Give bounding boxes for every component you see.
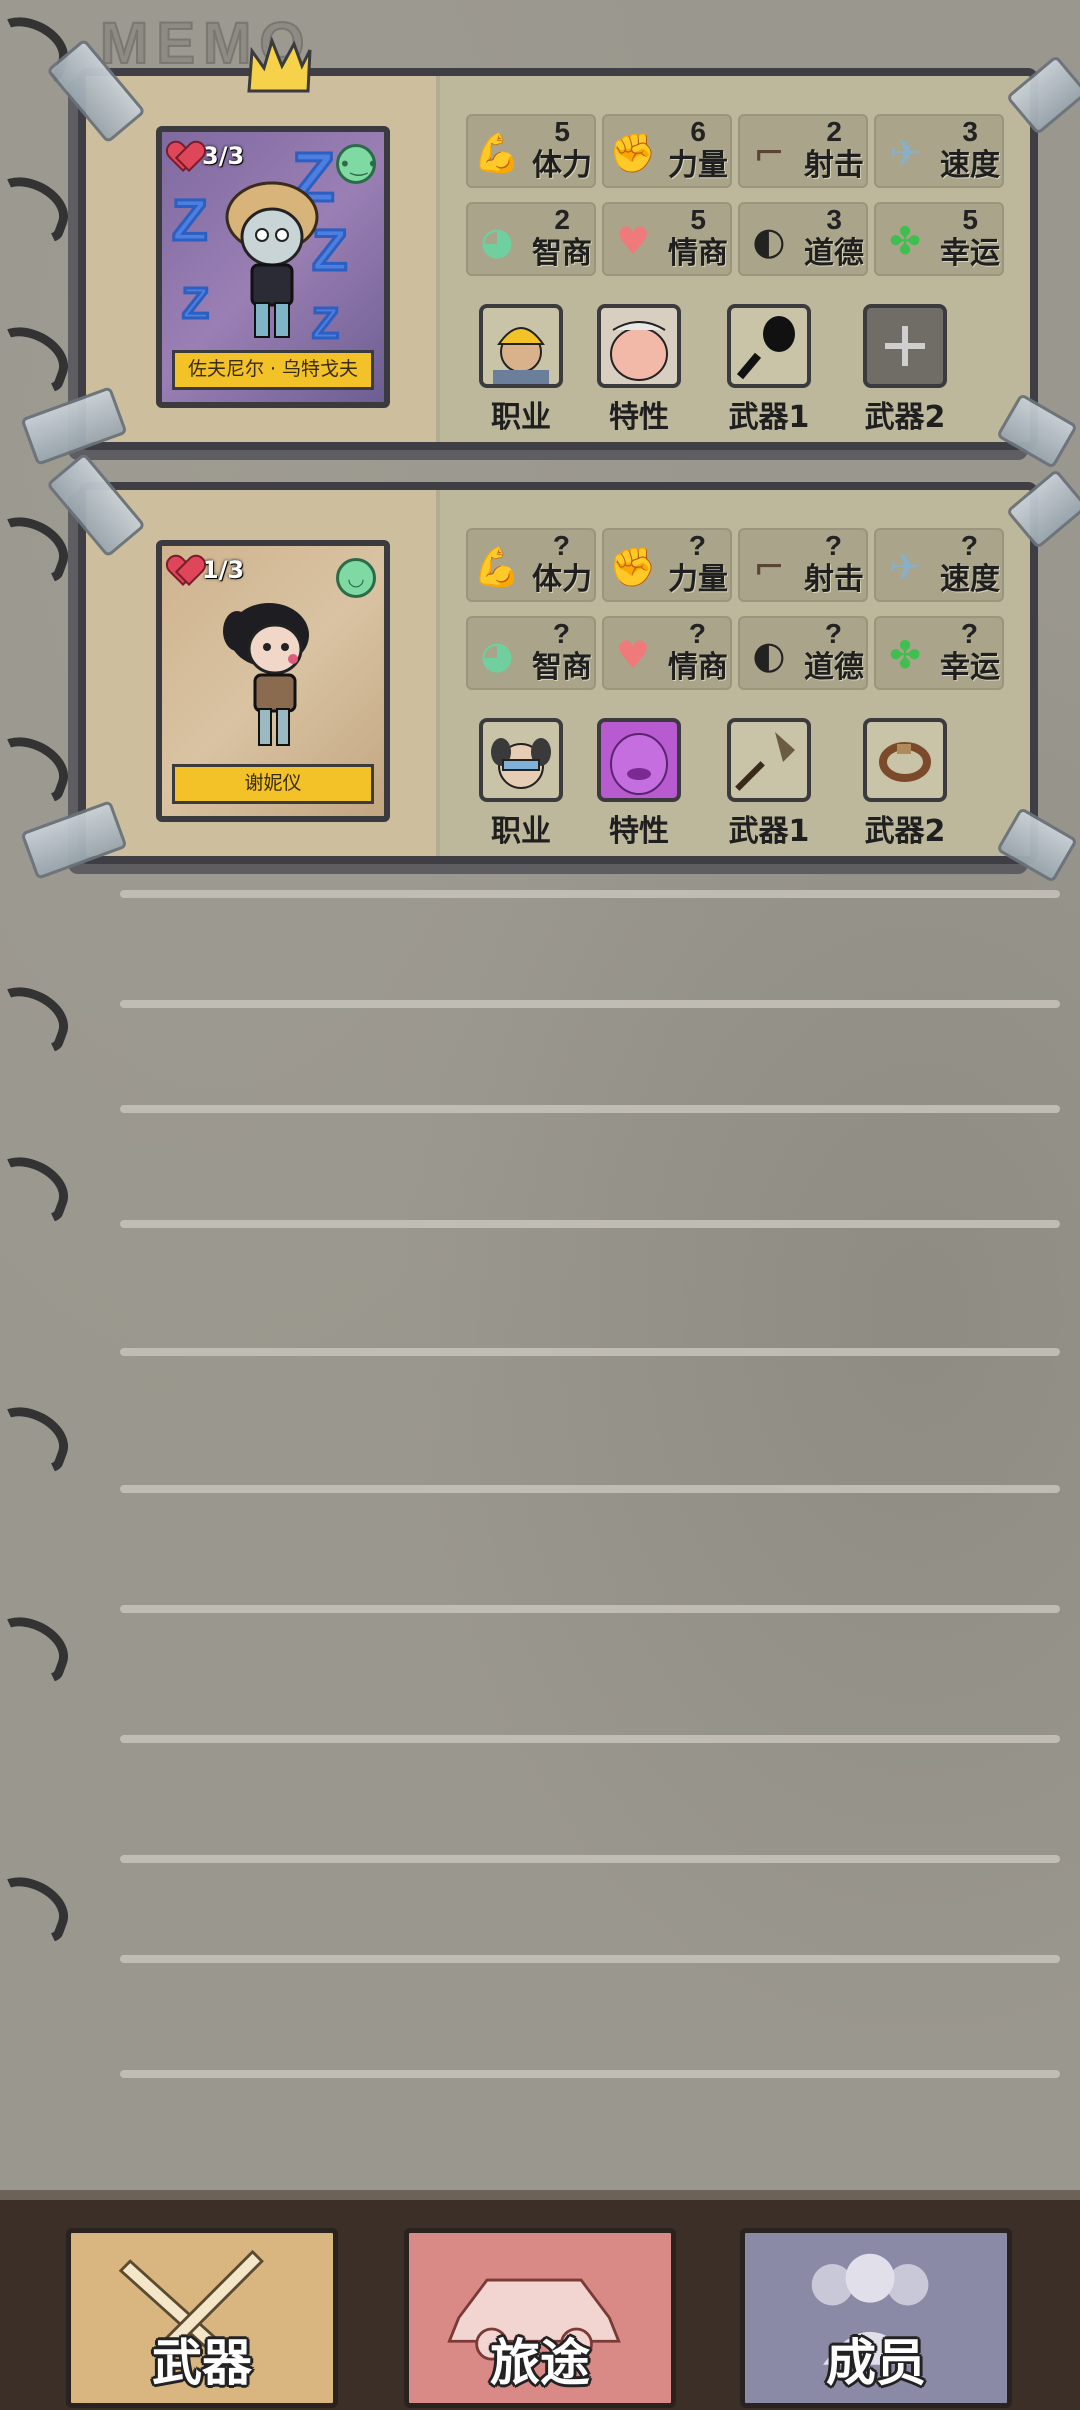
mask-icon: ◐ — [752, 219, 786, 263]
tape-decoration — [20, 386, 128, 466]
stat-iq: ◕ 2 智商 — [466, 202, 596, 276]
stat-stamina: 💪 5 体力 — [466, 114, 596, 188]
slot-weapon-1[interactable]: 武器1 — [714, 304, 824, 436]
heart-bubble-icon: ♥ — [615, 219, 651, 263]
ruled-line — [120, 1220, 1060, 1228]
stat-iq: ◕ ? 智商 — [466, 616, 596, 690]
character-name: 佐夫尼尔 · 乌特戈夫 — [172, 350, 374, 390]
arm-icon: ✊ — [609, 545, 657, 589]
stat-strength: ✊ 6 力量 — [602, 114, 732, 188]
slot-weapon-1[interactable]: 武器1 — [714, 718, 824, 850]
stat-eq: ♥ ? 情商 — [602, 616, 732, 690]
heart-bubble-icon: ♥ — [615, 633, 651, 677]
tab-weapons[interactable]: 武器 — [66, 2228, 338, 2408]
heart-icon — [170, 556, 200, 584]
member-card[interactable]: Z Z Z Z Z 3/3 •‿• 佐夫尼尔 · 乌特戈夫 💪 5 体力 ✊ 6… — [20, 36, 1080, 470]
stat-grid: 💪 ? 体力 ✊ ? 力量 ⌐ ? 射击 ✈ ? 速度 ◕ ? 智商 ♥ ? 情… — [466, 528, 1006, 690]
health-counter: 1/3 — [170, 556, 244, 584]
character-portrait[interactable]: Z Z Z Z Z 3/3 •‿• 佐夫尼尔 · 乌特戈夫 — [156, 126, 390, 408]
tab-journey[interactable]: 旅途 — [404, 2228, 676, 2408]
brain-icon: ◕ — [480, 633, 514, 677]
slot-weapon-2[interactable]: 武器2 — [850, 718, 960, 850]
spiral-ring — [0, 1868, 78, 1948]
purple-blob-icon — [597, 718, 681, 802]
spiral-ring — [0, 728, 78, 808]
stat-strength: ✊ ? 力量 — [602, 528, 732, 602]
bottom-tab-bar: 武器 旅途 成员 — [0, 2190, 1080, 2410]
neutral-face-icon: •‿• — [336, 144, 379, 184]
character-figure — [223, 603, 309, 746]
stat-shooting: ⌐ 2 射击 — [738, 114, 868, 188]
muscle-icon: 💪 — [473, 131, 521, 175]
worker-helmet-icon — [479, 304, 563, 388]
spiral-ring — [0, 1398, 78, 1478]
ruled-line — [120, 1348, 1060, 1356]
winged-boot-icon: ✈ — [889, 545, 921, 589]
plus-icon — [863, 304, 947, 388]
mask-icon: ◐ — [752, 633, 786, 677]
ruled-line — [120, 1855, 1060, 1863]
tape-decoration — [995, 806, 1079, 884]
feather-duster-icon — [727, 718, 811, 802]
spiral-ring — [0, 1148, 78, 1228]
stat-morality: ◐ 3 道德 — [738, 202, 868, 276]
health-counter: 3/3 — [170, 142, 244, 170]
ruled-line — [120, 1485, 1060, 1493]
tape-decoration — [995, 392, 1079, 470]
frying-pan-icon — [727, 304, 811, 388]
spiral-ring — [0, 978, 78, 1058]
stat-grid: 💪 5 体力 ✊ 6 力量 ⌐ 2 射击 ✈ 3 速度 ◕ 2 智商 ♥ 5 情… — [466, 114, 1006, 276]
tab-members[interactable]: 成员 — [740, 2228, 1012, 2408]
scientist-glasses-icon — [479, 718, 563, 802]
crown-icon — [247, 36, 312, 93]
stat-eq: ♥ 5 情商 — [602, 202, 732, 276]
arm-icon: ✊ — [609, 131, 657, 175]
member-card[interactable]: 1/3 ◡ 谢妮仪 💪 ? 体力 ✊ ? 力量 ⌐ ? 射击 ✈ ? 速度 ◕ … — [20, 452, 1080, 884]
heart-icon — [170, 142, 200, 170]
spiral-ring — [0, 508, 78, 588]
ruled-line — [120, 1000, 1060, 1008]
pistol-icon: ⌐ — [753, 545, 785, 589]
slot-weapon-2[interactable]: 武器2 — [850, 304, 960, 436]
stat-shooting: ⌐ ? 射击 — [738, 528, 868, 602]
equipment-row: 职业 特性 武器1 武器2 — [466, 304, 1006, 436]
spiral-ring — [0, 318, 78, 398]
ruled-line — [120, 2070, 1060, 2078]
stat-speed: ✈ 3 速度 — [874, 114, 1004, 188]
character-figure — [225, 181, 319, 338]
slot-trait[interactable]: 特性 — [584, 304, 694, 436]
tape-decoration — [1005, 54, 1080, 136]
ruled-line — [120, 890, 1060, 898]
ruled-line — [120, 1735, 1060, 1743]
clover-icon: ✤ — [889, 633, 921, 677]
ruled-line — [120, 1955, 1060, 1963]
winged-boot-icon: ✈ — [889, 131, 921, 175]
tape-decoration — [20, 800, 128, 880]
smiling-face-icon: ◡ — [336, 558, 376, 598]
character-portrait[interactable]: 1/3 ◡ 谢妮仪 — [156, 540, 390, 822]
clover-icon: ✤ — [889, 219, 921, 263]
stat-speed: ✈ ? 速度 — [874, 528, 1004, 602]
slot-profession[interactable]: 职业 — [466, 718, 576, 850]
chubby-face-icon — [597, 304, 681, 388]
brain-icon: ◕ — [480, 219, 514, 263]
spiral-ring — [0, 1608, 78, 1688]
stat-morality: ◐ ? 道德 — [738, 616, 868, 690]
stat-stamina: 💪 ? 体力 — [466, 528, 596, 602]
ruled-line — [120, 1605, 1060, 1613]
muscle-icon: 💪 — [473, 545, 521, 589]
slot-profession[interactable]: 职业 — [466, 304, 576, 436]
character-name: 谢妮仪 — [172, 764, 374, 804]
belt-icon — [863, 718, 947, 802]
ruled-line — [120, 1105, 1060, 1113]
spiral-ring — [0, 168, 78, 248]
stat-luck: ✤ ? 幸运 — [874, 616, 1004, 690]
equipment-row: 职业 特性 武器1 武器2 — [466, 718, 1006, 850]
pistol-icon: ⌐ — [753, 131, 785, 175]
tape-decoration — [1005, 468, 1080, 550]
slot-trait[interactable]: 特性 — [584, 718, 694, 850]
notebook-page: MEMO Z Z Z Z Z 3/3 •‿• 佐夫尼尔 · 乌特戈夫 💪 5 体… — [0, 0, 1080, 2190]
stat-luck: ✤ 5 幸运 — [874, 202, 1004, 276]
